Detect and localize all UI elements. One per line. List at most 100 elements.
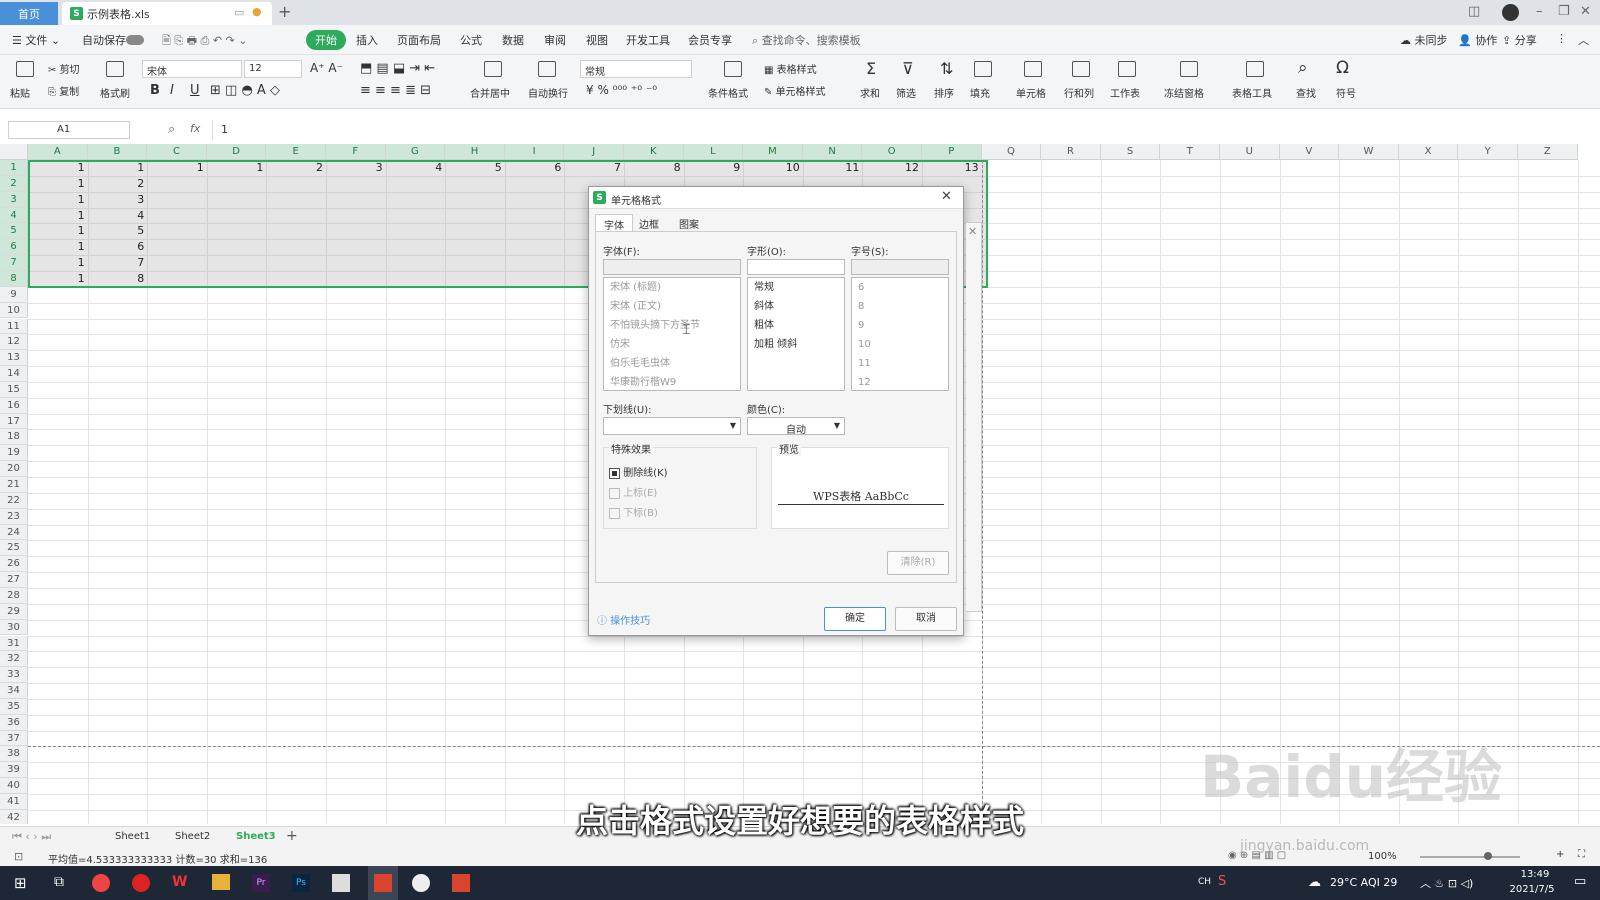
- paste-icon[interactable]: [16, 61, 34, 77]
- font-item[interactable]: 伯乐毛毛虫体: [604, 354, 740, 373]
- row-header[interactable]: 28: [0, 587, 28, 604]
- minimize-button[interactable]: –: [1536, 4, 1543, 19]
- table-style-button[interactable]: ▦ 表格样式: [764, 61, 817, 76]
- formula-input[interactable]: 1: [212, 120, 1600, 140]
- font-grow-shrink[interactable]: A⁺ A⁻: [310, 61, 343, 75]
- row-header[interactable]: 22: [0, 492, 28, 509]
- style-item[interactable]: 加粗 倾斜: [748, 335, 844, 354]
- table-cell[interactable]: 4: [88, 208, 148, 224]
- column-header[interactable]: M: [743, 144, 803, 160]
- menu-member[interactable]: 会员专享: [688, 32, 732, 48]
- table-cell[interactable]: 6: [88, 239, 148, 255]
- app-icon[interactable]: [412, 874, 430, 892]
- wrap-text-button[interactable]: 自动换行: [528, 85, 568, 100]
- explorer-icon[interactable]: [212, 874, 230, 890]
- fx-icon[interactable]: fx: [190, 122, 200, 135]
- color-select[interactable]: 自动 ▼: [747, 417, 845, 436]
- menu-formula[interactable]: 公式: [460, 32, 482, 48]
- column-header[interactable]: D: [206, 144, 267, 160]
- row-header[interactable]: 13: [0, 350, 28, 367]
- menu-review[interactable]: 审阅: [544, 32, 566, 48]
- row-header[interactable]: 4: [0, 207, 28, 224]
- row-header[interactable]: 3: [0, 191, 28, 208]
- border-icon[interactable]: ⊞ ◫ ◓ A ◇: [210, 83, 280, 98]
- zoom-level[interactable]: 100%: [1368, 851, 1397, 862]
- tab-pattern[interactable]: 图案: [679, 216, 699, 231]
- table-cell[interactable]: 5: [445, 160, 505, 176]
- sheet-nav-arrows[interactable]: ⏮ ‹ › ⏭: [12, 830, 51, 844]
- row-header[interactable]: 18: [0, 429, 28, 446]
- menu-page-layout[interactable]: 页面布局: [397, 32, 441, 48]
- table-cell[interactable]: 4: [386, 160, 446, 176]
- premiere-icon[interactable]: Pr: [252, 874, 270, 892]
- cond-format-icon[interactable]: [724, 61, 742, 77]
- name-box[interactable]: A1: [8, 121, 130, 139]
- format-painter-icon[interactable]: [106, 61, 124, 77]
- weather-text[interactable]: 29°C AQI 29: [1330, 876, 1397, 889]
- horizontal-align-icons[interactable]: ≡ ≡ ≡ ≣ ⊟: [360, 83, 431, 98]
- row-header[interactable]: 32: [0, 651, 28, 668]
- merge-center-button[interactable]: 合并居中: [470, 85, 510, 100]
- windows-start-icon[interactable]: ⊞: [14, 874, 27, 892]
- vertical-align-icons[interactable]: ⬒ ▤ ⬓ ⇥ ⇤: [360, 61, 435, 76]
- command-search[interactable]: ⌕ 查找命令、搜索模板: [752, 32, 861, 48]
- wps-sheet-icon[interactable]: [452, 874, 470, 892]
- ok-button[interactable]: 确定: [824, 607, 886, 631]
- table-cell[interactable]: 2: [266, 160, 326, 176]
- symbol-button[interactable]: 符号: [1336, 85, 1356, 100]
- font-size-select[interactable]: 12: [244, 60, 302, 78]
- style-input[interactable]: [747, 259, 845, 275]
- row-header[interactable]: 40: [0, 778, 28, 794]
- table-tools-button[interactable]: 表格工具: [1232, 85, 1272, 100]
- table-cell[interactable]: 1: [28, 192, 88, 208]
- table-cell[interactable]: 1: [28, 160, 88, 176]
- tab-home[interactable]: 首页: [0, 2, 58, 25]
- app-icon[interactable]: [332, 874, 350, 892]
- cell-style-button[interactable]: ✎ 单元格样式: [764, 83, 826, 98]
- new-tab-button[interactable]: +: [278, 2, 291, 21]
- row-header[interactable]: 8: [0, 270, 28, 287]
- add-sheet-button[interactable]: +: [286, 828, 298, 844]
- tips-link[interactable]: ⓘ 操作技巧: [597, 612, 650, 627]
- clock-time[interactable]: 13:49: [1510, 869, 1560, 880]
- table-cell[interactable]: 12: [862, 160, 922, 176]
- table-cell[interactable]: 1: [88, 160, 148, 176]
- menu-view[interactable]: 视图: [586, 32, 608, 48]
- style-item[interactable]: 粗体: [748, 316, 844, 335]
- rowcol-icon[interactable]: [1072, 61, 1090, 77]
- clear-button[interactable]: 清除(R): [887, 551, 949, 575]
- menu-data[interactable]: 数据: [502, 32, 524, 48]
- fill-icon[interactable]: [974, 61, 992, 77]
- collab-button[interactable]: 👤 协作: [1458, 32, 1497, 48]
- table-cell[interactable]: 10: [743, 160, 803, 176]
- font-item[interactable]: 仿宋: [604, 335, 740, 354]
- row-header[interactable]: 16: [0, 397, 28, 414]
- row-header[interactable]: 27: [0, 572, 28, 588]
- table-cell[interactable]: 1: [207, 160, 267, 176]
- row-header[interactable]: 41: [0, 794, 28, 810]
- sync-status[interactable]: ☁ 未同步: [1400, 32, 1448, 48]
- quick-access-toolbar[interactable]: 🗎 ⎘ 🖶 ⎙ ↶ ↷ ⌄: [162, 32, 247, 51]
- table-cell[interactable]: 2: [88, 176, 148, 192]
- row-header[interactable]: 24: [0, 524, 28, 541]
- size-list[interactable]: 6 8 9 10 11 12: [851, 277, 949, 391]
- share-button[interactable]: ⇪ 分享: [1502, 32, 1537, 48]
- column-header[interactable]: W: [1339, 144, 1399, 160]
- table-cell[interactable]: 9: [684, 160, 744, 176]
- row-header[interactable]: 15: [0, 381, 28, 398]
- photoshop-icon[interactable]: Ps: [292, 874, 310, 892]
- column-header[interactable]: T: [1160, 144, 1220, 160]
- underline-button[interactable]: U: [190, 83, 200, 98]
- fullscreen-icon[interactable]: ⛶: [1578, 849, 1585, 860]
- table-cell[interactable]: 3: [326, 160, 386, 176]
- table-cell[interactable]: 1: [28, 223, 88, 239]
- column-header[interactable]: L: [683, 144, 744, 160]
- row-header[interactable]: 36: [0, 714, 28, 731]
- app-icon[interactable]: [132, 874, 150, 892]
- close-window-button[interactable]: ✕: [1580, 4, 1591, 19]
- menu-developer[interactable]: 开发工具: [626, 32, 670, 48]
- font-input[interactable]: [603, 259, 741, 275]
- column-header[interactable]: N: [802, 144, 863, 160]
- row-header[interactable]: 7: [0, 255, 28, 271]
- column-header[interactable]: E: [266, 144, 326, 160]
